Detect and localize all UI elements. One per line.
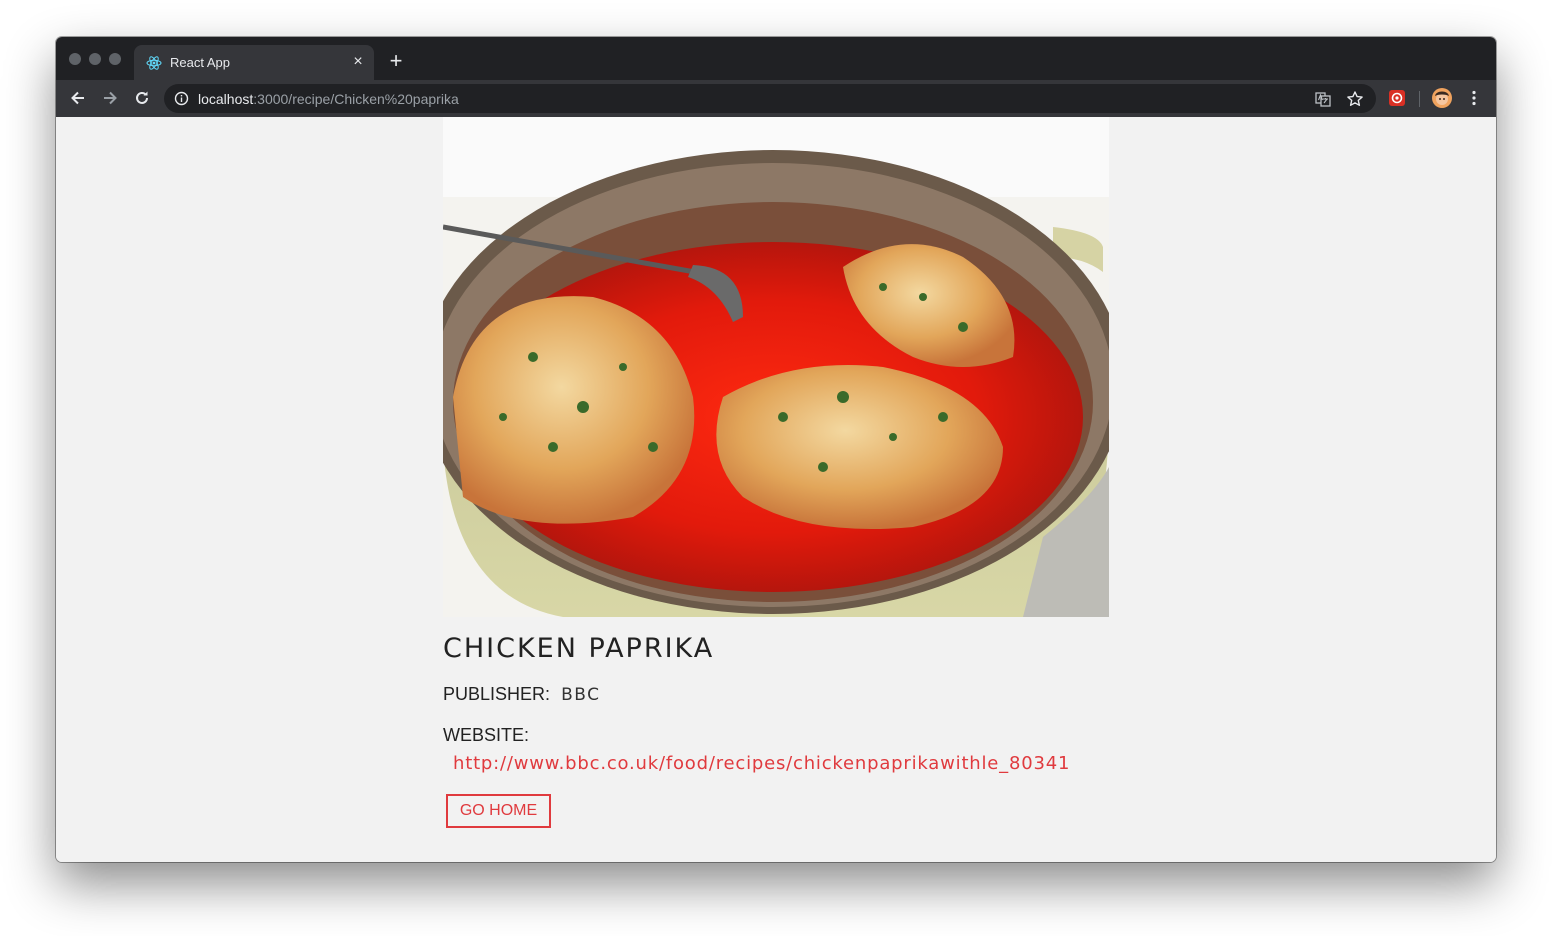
url-text[interactable]: localhost:3000/recipe/Chicken%20paprika	[198, 91, 459, 107]
address-bar[interactable]: localhost:3000/recipe/Chicken%20paprika	[164, 84, 1376, 113]
info-icon[interactable]	[174, 91, 189, 106]
avatar[interactable]	[1432, 88, 1452, 108]
publisher-row: PUBLISHER: BBC	[443, 684, 600, 705]
url-host: localhost	[198, 91, 254, 107]
close-tab-icon[interactable]: ×	[350, 54, 366, 70]
browser-window: React App × + localhost:3000/recipe/Chic…	[56, 37, 1496, 862]
zoom-window-button[interactable]	[109, 53, 121, 65]
tab-title: React App	[170, 55, 230, 70]
forward-arrow-icon[interactable]	[100, 88, 120, 108]
menu-icon[interactable]	[1466, 89, 1482, 107]
publisher-value: BBC	[561, 685, 601, 705]
website-link[interactable]: http://www.bbc.co.uk/food/recipes/chicke…	[453, 753, 1070, 774]
url-path: :3000/recipe/Chicken%20paprika	[253, 91, 459, 107]
toolbar-divider	[1419, 91, 1420, 107]
minimize-window-button[interactable]	[89, 53, 101, 65]
browser-tab[interactable]: React App ×	[134, 45, 374, 80]
star-icon[interactable]	[1346, 90, 1364, 108]
website-label: WEBSITE:	[443, 725, 530, 745]
extension-icon[interactable]	[1388, 89, 1406, 107]
recipe-title: CHICKEN PAPRIKA	[443, 633, 715, 664]
go-home-button[interactable]: GO HOME	[446, 794, 551, 828]
browser-toolbar: localhost:3000/recipe/Chicken%20paprika	[56, 80, 1496, 117]
page-content: CHICKEN PAPRIKA PUBLISHER: BBC WEBSITE: …	[56, 117, 1496, 862]
reload-icon[interactable]	[132, 88, 152, 108]
back-arrow-icon[interactable]	[68, 88, 88, 108]
tab-strip: React App × +	[56, 37, 1496, 80]
recipe-image	[443, 117, 1109, 617]
close-window-button[interactable]	[69, 53, 81, 65]
react-logo-icon	[146, 56, 162, 70]
publisher-label: PUBLISHER:	[443, 684, 551, 704]
translate-icon[interactable]	[1314, 90, 1332, 108]
new-tab-button[interactable]: +	[386, 50, 406, 72]
